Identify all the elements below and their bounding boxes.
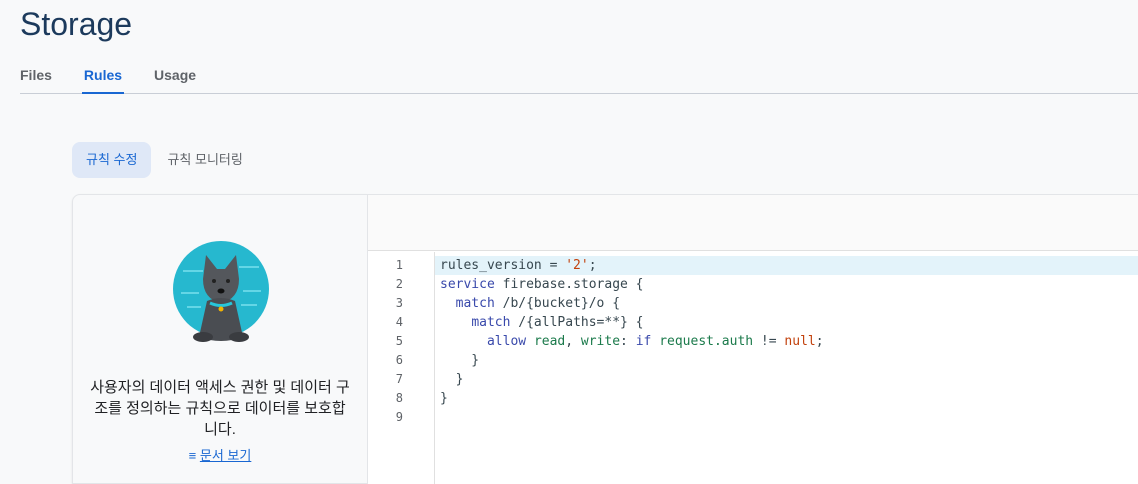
notes-icon: ≡	[188, 448, 200, 463]
code-token: match	[455, 296, 495, 311]
line-number: 6	[395, 353, 403, 367]
view-docs-link[interactable]: ≡ 문서 보기	[73, 445, 367, 464]
rules-segmented-control: 규칙 수정 규칙 모니터링	[72, 142, 259, 178]
code-token: }	[440, 391, 448, 406]
code-token: '2'	[565, 258, 589, 273]
code-token: firebase.storage {	[494, 277, 644, 292]
line-number: 3	[395, 296, 403, 310]
code-token: }	[440, 372, 464, 387]
tab-usage[interactable]: Usage	[154, 62, 196, 94]
code-token: ,	[565, 334, 581, 349]
editor-toolbar	[368, 195, 1138, 251]
code-token: !=	[753, 334, 785, 349]
code-token: ;	[815, 334, 824, 349]
line-number: 5	[395, 334, 403, 348]
code-token: ;	[588, 258, 597, 273]
code-token: match	[471, 315, 511, 330]
code-line: 3 match /b/{bucket}/o {	[396, 294, 1138, 313]
line-number: 7	[395, 372, 403, 386]
tab-files[interactable]: Files	[20, 62, 52, 94]
rules-editor[interactable]: 1 rules_version = '2'; 2 service firebase.s…	[368, 194, 1138, 484]
dog-illustration-icon	[173, 241, 269, 342]
code-line: 6 }	[396, 351, 1138, 370]
code-token: request.auth	[659, 334, 754, 349]
line-number: 1	[395, 258, 403, 272]
code-line: 1 rules_version = '2';	[396, 256, 1138, 275]
code-token: null	[784, 334, 816, 349]
tab-bar: Files Rules Usage	[20, 62, 1138, 94]
code-line: 9	[396, 408, 1138, 427]
code-token: }	[440, 353, 480, 368]
rules-info-panel: 사용자의 데이터 액세스 권한 및 데이터 구조를 정의하는 규칙으로 데이터를…	[72, 194, 368, 484]
code-line: 5 allow read, write: if request.auth != …	[396, 332, 1138, 351]
code-token: write	[580, 334, 621, 349]
line-number: 8	[395, 391, 403, 405]
tab-rules[interactable]: Rules	[81, 62, 125, 94]
code-line: 8}	[396, 389, 1138, 408]
line-number: 4	[395, 315, 403, 329]
rules-description: 사용자의 데이터 액세스 권한 및 데이터 구조를 정의하는 규칙으로 데이터를…	[90, 379, 350, 438]
code-token: if	[635, 334, 652, 349]
edit-rules-button[interactable]: 규칙 수정	[72, 142, 152, 178]
code-line: 7 }	[396, 370, 1138, 389]
page-title: Storage	[20, 6, 133, 42]
code-token: :	[620, 334, 636, 349]
code-line: 4 match /{allPaths=**} {	[396, 313, 1138, 332]
code-token: read	[533, 334, 566, 349]
code-token: /b/{bucket}/o {	[494, 296, 621, 311]
code-area[interactable]: 1 rules_version = '2'; 2 service firebase.s…	[396, 256, 1138, 427]
code-token: allow	[486, 334, 527, 349]
code-token: service	[440, 277, 495, 292]
line-number: 9	[395, 410, 403, 424]
code-line: 2 service firebase.storage {	[396, 275, 1138, 294]
code-token: rules_version =	[440, 258, 566, 273]
code-token: /{allPaths=**} {	[510, 315, 644, 330]
monitor-rules-button[interactable]: 규칙 모니터링	[153, 142, 256, 178]
line-number: 2	[395, 277, 403, 291]
